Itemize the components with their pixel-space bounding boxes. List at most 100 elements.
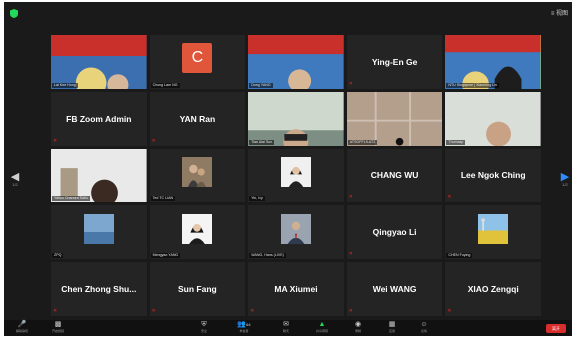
- participant-name-tag: Dong YANG: [249, 82, 273, 88]
- participant-tile[interactable]: ZPQ: [51, 205, 147, 260]
- participant-name: Sun Fang: [178, 284, 217, 295]
- share-screen-icon: ▲: [318, 321, 326, 328]
- leave-meeting-button[interactable]: 离开: [546, 324, 566, 333]
- participants-icon: 👥64: [237, 321, 251, 328]
- start-video-button[interactable]: ▩ 开启视频: [46, 321, 70, 335]
- participant-tile[interactable]: YAN Ran ✕: [149, 91, 246, 146]
- video-feed: [51, 148, 147, 203]
- participant-tile[interactable]: Lee Ngok Ching ✕: [445, 148, 541, 203]
- page-indicator-left: 1/2: [12, 182, 18, 187]
- participant-name-tag: WANG, Hans (LIVE): [249, 253, 286, 259]
- participant-name: Wei WANG: [372, 284, 417, 295]
- muted-mic-icon: ✕: [348, 251, 353, 258]
- participant-tile[interactable]: Lai Kee Hung: [51, 35, 147, 89]
- next-page-arrow[interactable]: ▶ 1/2: [560, 170, 570, 190]
- participant-tile[interactable]: CHANG WU ✕: [346, 148, 443, 203]
- participant-tile[interactable]: Ying-En Ge ✕: [346, 35, 443, 89]
- muted-mic-icon: ✕: [447, 307, 452, 314]
- participant-name-tag: Tian Aiai Sun: [249, 139, 275, 145]
- video-feed: [51, 35, 147, 89]
- meeting-toolbar: 🎤 解除静音 ▩ 开启视频 ⛨ 安全 👥64 参会者 ✉ 聊天 ▲ 共享屏幕 ◉…: [4, 320, 572, 336]
- participant-tile[interactable]: C Chung Lam NG: [149, 35, 246, 89]
- participant-name-tag: Chung Lam NG: [150, 82, 180, 88]
- profile-photo: [182, 157, 213, 188]
- participant-tile[interactable]: Qingyao Li ✕: [346, 205, 443, 260]
- participant-name-tag: NTU Singapore | Xiaoming Lin: [446, 82, 499, 88]
- participant-name: Chen Zhong Shu...: [61, 284, 137, 295]
- participant-name-tag: ZPQ: [52, 253, 64, 259]
- zoom-window: ≡ 视图 ◀ 1/2 ▶ 1/2 Lai Kee Hung C Chung Lam …: [4, 2, 572, 336]
- chat-button[interactable]: ✉ 聊天: [274, 321, 298, 335]
- participant-tile[interactable]: Thomasp: [445, 91, 541, 146]
- muted-mic-icon: ✕: [348, 194, 353, 201]
- smiley-icon: ☺: [420, 321, 428, 328]
- participant-name: Lee Ngok Ching: [460, 170, 526, 181]
- participant-tile[interactable]: Tian Aiai Sun: [248, 91, 344, 146]
- security-button[interactable]: ⛨ 安全: [192, 321, 216, 335]
- video-feed: [346, 91, 443, 146]
- participant-tile[interactable]: Wei WANG ✕: [346, 262, 443, 316]
- profile-photo: [478, 214, 509, 245]
- apps-grid-icon: ▦: [388, 321, 396, 328]
- reactions-button[interactable]: ☺ 表情: [412, 321, 436, 335]
- participants-button[interactable]: 👥64 参会者: [232, 321, 256, 335]
- video-feed: [248, 91, 344, 146]
- profile-photo: [280, 214, 311, 245]
- apps-button[interactable]: ▦ 应用: [380, 321, 404, 335]
- participant-name: CHANG WU: [370, 170, 419, 181]
- gallery-grid: Lai Kee Hung C Chung Lam NG Dong YANG Ying-E…: [51, 35, 541, 316]
- prev-page-arrow[interactable]: ◀ 1/2: [10, 170, 20, 190]
- participant-name: XIAO Zengqi: [467, 284, 519, 295]
- muted-mic-icon: ✕: [151, 137, 156, 144]
- participant-name-tag: ATSOFFL9-AT2: [347, 139, 378, 145]
- profile-photo: [83, 214, 114, 245]
- chat-icon: ✉: [283, 321, 289, 328]
- view-button[interactable]: ≡ 视图: [551, 8, 568, 17]
- participant-tile[interactable]: Mengyao YANG: [149, 205, 246, 260]
- muted-mic-icon: ✕: [151, 307, 156, 314]
- avatar: C: [182, 42, 213, 73]
- record-button[interactable]: ◉ 录制: [346, 321, 370, 335]
- participant-tile[interactable]: MA Xiumei ✕: [248, 262, 344, 316]
- participant-tile[interactable]: CHEN Fuying: [445, 205, 541, 260]
- participant-tile[interactable]: NTU Singapore | Xiaoming Lin: [445, 35, 541, 89]
- participant-name-tag: Yin, Ivy: [249, 196, 265, 202]
- participant-tile[interactable]: WANG, Hans (LIVE): [248, 205, 344, 260]
- video-feed: [445, 35, 541, 89]
- participant-name-tag: CHEN Fuying: [446, 253, 473, 259]
- muted-mic-icon: ✕: [348, 307, 353, 314]
- security-shield-icon: ⛨: [201, 321, 207, 328]
- participant-name-tag: Mengyao YANG: [150, 253, 181, 259]
- shield-icon[interactable]: [10, 9, 18, 18]
- participant-tile[interactable]: Chen Zhong Shu... ✕: [51, 262, 147, 316]
- participant-tile[interactable]: Sun Fang ✕: [149, 262, 246, 316]
- record-icon: ◉: [354, 321, 362, 328]
- participant-tile[interactable]: Ted TC LIAN: [149, 148, 246, 203]
- participant-name: FB Zoom Admin: [66, 113, 132, 124]
- muted-mic-icon: ✕: [447, 194, 452, 201]
- participant-tile[interactable]: XIAO Zengqi ✕: [445, 262, 541, 316]
- participant-tile[interactable]: Yasuo Chandra Sahu: [51, 148, 147, 203]
- muted-mic-icon: ✕: [348, 80, 353, 87]
- profile-photo: [182, 214, 213, 245]
- profile-photo: [280, 157, 311, 188]
- participant-name-tag: Yasuo Chandra Sahu: [52, 196, 91, 202]
- participant-tile[interactable]: FB Zoom Admin ✕: [51, 91, 147, 146]
- participant-name-tag: Lai Kee Hung: [52, 82, 78, 88]
- mute-button[interactable]: 🎤 解除静音: [10, 321, 34, 335]
- participant-tile[interactable]: Yin, Ivy: [248, 148, 344, 203]
- participant-name: MA Xiumei: [274, 284, 318, 295]
- participant-name: YAN Ran: [179, 113, 216, 124]
- participant-tile[interactable]: ATSOFFL9-AT2: [346, 91, 443, 146]
- participant-name-tag: Ted TC LIAN: [150, 196, 176, 202]
- participant-tile[interactable]: Dong YANG: [248, 35, 344, 89]
- share-screen-button[interactable]: ▲ 共享屏幕: [310, 321, 334, 335]
- participant-name: Ying-En Ge: [371, 56, 418, 67]
- video-off-icon: ▩: [54, 321, 62, 328]
- muted-mic-icon: ✕: [53, 137, 58, 144]
- participant-name-tag: Thomasp: [446, 139, 466, 145]
- muted-mic-icon: ✕: [53, 307, 58, 314]
- page-indicator-right: 1/2: [562, 182, 568, 187]
- video-feed: [248, 35, 344, 89]
- participant-name: Qingyao Li: [372, 227, 417, 238]
